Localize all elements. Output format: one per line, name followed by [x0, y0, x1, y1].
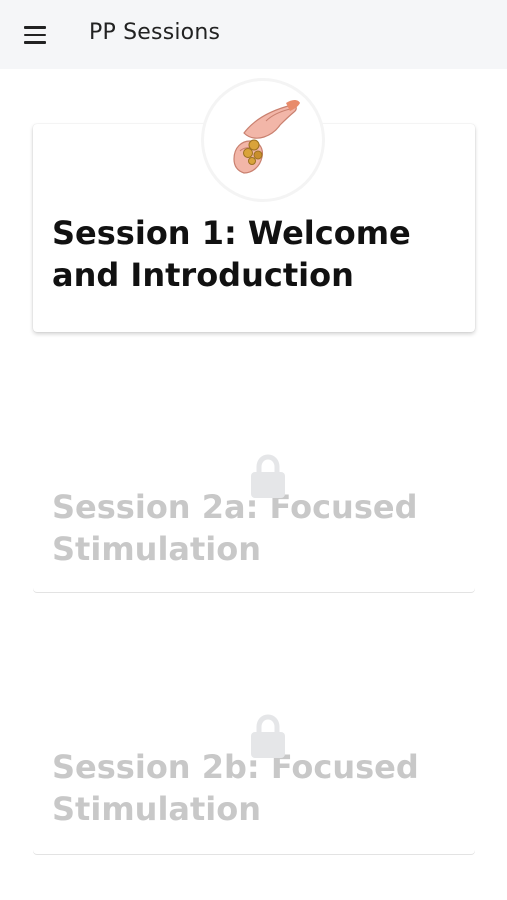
session-1-image — [204, 81, 322, 199]
lock-icon — [251, 454, 285, 498]
session-card-2b: Session 2b: Focused Stimulation — [33, 668, 475, 854]
session-title: Session 2b: Focused Stimulation — [52, 748, 419, 828]
lock-icon — [251, 714, 285, 758]
hamburger-menu-icon[interactable] — [22, 24, 48, 46]
app-title: PP Sessions — [89, 20, 221, 45]
session-title: Session 2a: Focused Stimulation — [52, 488, 418, 568]
session-title: Session 1: Welcome and Introduction — [52, 214, 411, 294]
hands-coins-illustration — [233, 100, 300, 174]
app-bar: PP Sessions — [0, 0, 507, 69]
